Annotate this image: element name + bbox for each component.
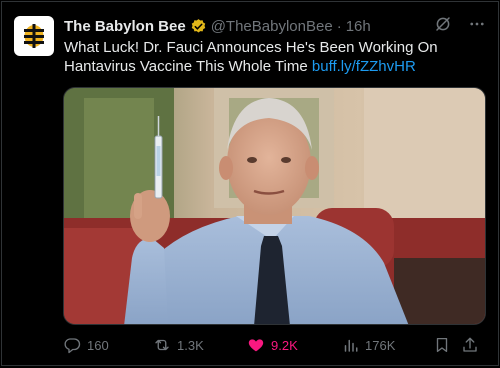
tweet-time[interactable]: 16h — [346, 18, 371, 35]
views-icon — [344, 339, 358, 352]
author-name[interactable]: The Babylon Bee — [64, 18, 186, 35]
verified-badge-icon[interactable] — [190, 18, 207, 35]
share-icon — [463, 337, 477, 352]
like-count: 9.2K — [271, 337, 298, 353]
grok-icon[interactable] — [434, 15, 452, 37]
media-photo — [64, 88, 485, 324]
like-button[interactable]: 9.2K — [247, 336, 341, 354]
reply-count: 160 — [87, 337, 109, 353]
tweet-card[interactable]: The Babylon Bee @TheBabylonBee · 16h Wha… — [1, 1, 499, 366]
separator-dot: · — [336, 17, 342, 35]
reply-button[interactable]: 160 — [63, 336, 153, 354]
tweet-header: The Babylon Bee @TheBabylonBee · 16h — [64, 16, 486, 36]
reply-icon — [64, 338, 81, 354]
bookmark-button[interactable] — [433, 336, 461, 354]
tweet-link[interactable]: buff.ly/fZZhvHR — [312, 58, 416, 75]
babylon-bee-logo — [19, 21, 49, 51]
repost-button[interactable]: 1.3K — [153, 336, 247, 354]
share-button[interactable] — [461, 336, 481, 354]
author-handle[interactable]: @TheBabylonBee — [211, 18, 333, 35]
avatar[interactable] — [14, 16, 54, 56]
more-icon[interactable] — [468, 15, 486, 37]
views-count: 176K — [365, 337, 396, 353]
action-bar: 160 1.3K 9.2K 176K — [63, 334, 486, 356]
repost-icon — [155, 339, 169, 351]
views-button[interactable]: 176K — [341, 336, 433, 354]
tweet-media[interactable] — [63, 87, 486, 325]
bookmark-icon — [436, 337, 448, 353]
tweet-text: What Luck! Dr. Fauci Announces He's Been… — [64, 38, 484, 76]
heart-icon — [248, 339, 264, 352]
repost-count: 1.3K — [177, 337, 204, 353]
